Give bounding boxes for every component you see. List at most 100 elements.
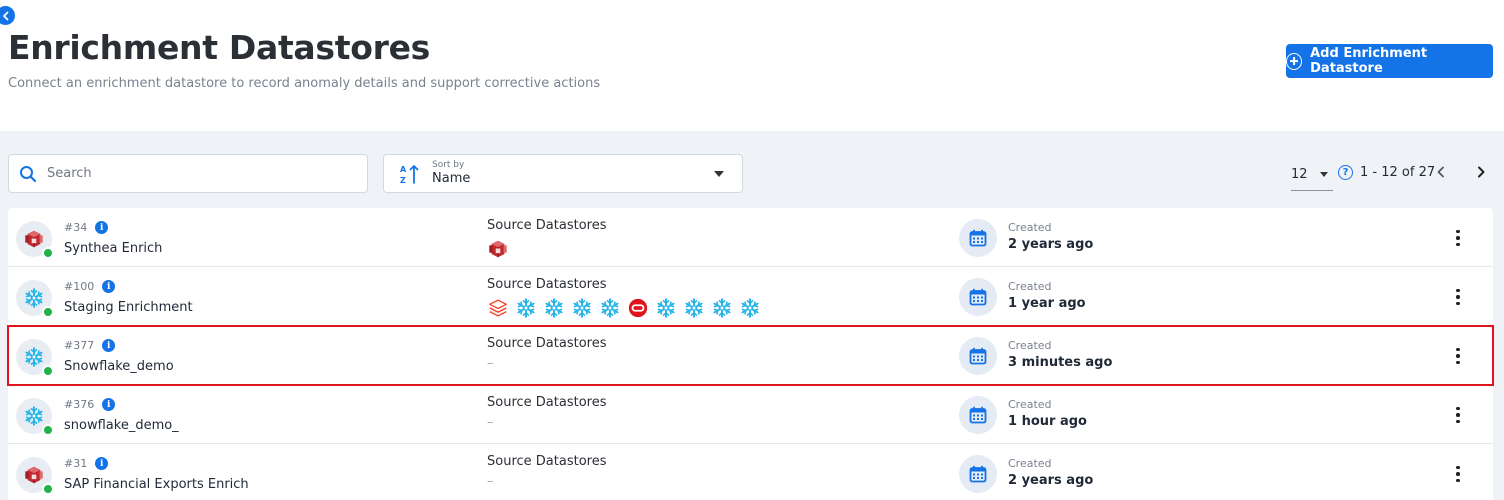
add-enrichment-datastore-label: Add Enrichment Datastore xyxy=(1310,46,1428,76)
source-datastores-label: Source Datastores xyxy=(487,218,607,233)
created-value: 1 hour ago xyxy=(1008,414,1087,429)
info-icon[interactable]: i xyxy=(95,457,109,470)
created-label: Created xyxy=(1008,457,1052,470)
status-connected-dot xyxy=(42,247,54,259)
source-datastores-empty: – xyxy=(487,474,494,489)
calendar-icon xyxy=(959,337,997,375)
info-icon[interactable]: i xyxy=(95,221,109,234)
source-datastore-icons xyxy=(487,297,761,319)
redshift-icon xyxy=(23,228,45,250)
page-subtitle: Connect an enrichment datastore to recor… xyxy=(8,76,601,91)
datastore-avatar xyxy=(16,221,54,259)
source-datastores-label: Source Datastores xyxy=(487,277,607,292)
datastore-row[interactable]: #31 i SAP Financial Exports Enrich Source D… xyxy=(8,444,1493,500)
add-circle-icon xyxy=(1286,52,1303,70)
datastore-avatar xyxy=(16,339,54,377)
per-page-value: 12 xyxy=(1291,167,1308,182)
datastore-id-text: #100 xyxy=(64,280,95,293)
snowflake-icon[interactable] xyxy=(683,297,705,319)
search-icon xyxy=(20,165,37,182)
datastore-id-text: #377 xyxy=(64,339,95,352)
more-options-icon[interactable] xyxy=(1448,464,1468,484)
created-value: 2 years ago xyxy=(1008,237,1094,252)
snowflake-icon[interactable] xyxy=(599,297,621,319)
per-page-select[interactable]: 12 xyxy=(1291,159,1333,191)
snowflake-icon[interactable] xyxy=(655,297,677,319)
snowflake-icon xyxy=(23,287,45,309)
created-value: 3 minutes ago xyxy=(1008,355,1113,370)
status-connected-dot xyxy=(42,483,54,495)
info-icon[interactable]: i xyxy=(102,339,116,352)
status-connected-dot xyxy=(42,306,54,318)
redshift-icon xyxy=(23,464,45,486)
datastore-id-text: #376 xyxy=(64,398,95,411)
snowflake-icon[interactable] xyxy=(571,297,593,319)
datastore-id: #377 i xyxy=(64,339,116,352)
more-options-icon[interactable] xyxy=(1448,405,1468,425)
more-options-icon[interactable] xyxy=(1448,287,1468,307)
datastore-row[interactable]: #377 i Snowflake_demo Source Datastores – Cre… xyxy=(7,325,1494,386)
more-options-icon[interactable] xyxy=(1448,228,1468,248)
datastore-row[interactable]: #100 i Staging Enrichment Source Datastores… xyxy=(8,267,1493,326)
snowflake-icon[interactable] xyxy=(739,297,761,319)
page-title: Enrichment Datastores xyxy=(8,28,430,67)
datastore-avatar xyxy=(16,398,54,436)
sort-select[interactable]: A Z Sort by Name xyxy=(383,154,743,193)
snowflake-icon xyxy=(23,346,45,368)
previous-page-button[interactable] xyxy=(1434,165,1448,179)
datastore-name[interactable]: snowflake_demo_ xyxy=(64,418,179,433)
datastore-name[interactable]: Staging Enrichment xyxy=(64,300,193,315)
svg-text:Z: Z xyxy=(400,176,406,185)
created-label: Created xyxy=(1008,339,1052,352)
datastore-name[interactable]: Synthea Enrich xyxy=(64,241,162,256)
datastore-avatar xyxy=(16,280,54,318)
datastore-name[interactable]: SAP Financial Exports Enrich xyxy=(64,477,249,492)
datastore-row[interactable]: #34 i Synthea Enrich Source Datastores Creat… xyxy=(8,208,1493,267)
svg-text:A: A xyxy=(400,165,407,174)
status-connected-dot xyxy=(42,365,54,377)
snowflake-icon[interactable] xyxy=(711,297,733,319)
created-label: Created xyxy=(1008,221,1052,234)
more-options-icon[interactable] xyxy=(1448,346,1468,366)
source-datastores-label: Source Datastores xyxy=(487,454,607,469)
pagination-range: 1 - 12 of 27 xyxy=(1360,165,1436,180)
add-enrichment-datastore-button[interactable]: Add Enrichment Datastore xyxy=(1286,44,1493,78)
chevron-left-icon xyxy=(2,11,8,20)
search-input[interactable] xyxy=(47,166,347,181)
datastore-list: #34 i Synthea Enrich Source Datastores Creat… xyxy=(7,208,1494,500)
calendar-icon xyxy=(959,455,997,493)
created-label: Created xyxy=(1008,398,1052,411)
created-label: Created xyxy=(1008,280,1052,293)
info-icon[interactable]: i xyxy=(102,280,116,293)
redshift-icon[interactable] xyxy=(487,238,509,260)
sort-az-icon: A Z xyxy=(400,165,419,185)
caret-down-icon xyxy=(1319,172,1328,177)
help-icon[interactable]: ? xyxy=(1338,165,1353,180)
snowflake-icon[interactable] xyxy=(543,297,565,319)
datastore-avatar xyxy=(16,457,54,495)
source-datastores-label: Source Datastores xyxy=(487,395,607,410)
search-field[interactable] xyxy=(8,154,368,193)
databricks-icon[interactable] xyxy=(487,297,509,319)
calendar-icon xyxy=(959,278,997,316)
back-button[interactable] xyxy=(0,6,15,25)
datastore-row[interactable]: #376 i snowflake_demo_ Source Datastores – Cr… xyxy=(8,385,1493,444)
source-datastores-label: Source Datastores xyxy=(487,336,607,351)
caret-down-icon xyxy=(714,171,724,177)
sort-by-label: Sort by xyxy=(432,160,465,170)
created-value: 1 year ago xyxy=(1008,296,1086,311)
status-connected-dot xyxy=(42,424,54,436)
snowflake-icon[interactable] xyxy=(515,297,537,319)
calendar-icon xyxy=(959,219,997,257)
datastore-id-text: #31 xyxy=(64,457,88,470)
datastore-id: #100 i xyxy=(64,280,116,293)
info-icon[interactable]: i xyxy=(102,398,116,411)
datastore-id: #34 i xyxy=(64,221,109,234)
datastore-name[interactable]: Snowflake_demo xyxy=(64,359,174,374)
oracle-icon[interactable] xyxy=(627,297,649,319)
snowflake-icon xyxy=(23,405,45,427)
source-datastores-empty: – xyxy=(487,356,494,371)
calendar-icon xyxy=(959,396,997,434)
created-value: 2 years ago xyxy=(1008,473,1094,488)
next-page-button[interactable] xyxy=(1474,165,1488,179)
